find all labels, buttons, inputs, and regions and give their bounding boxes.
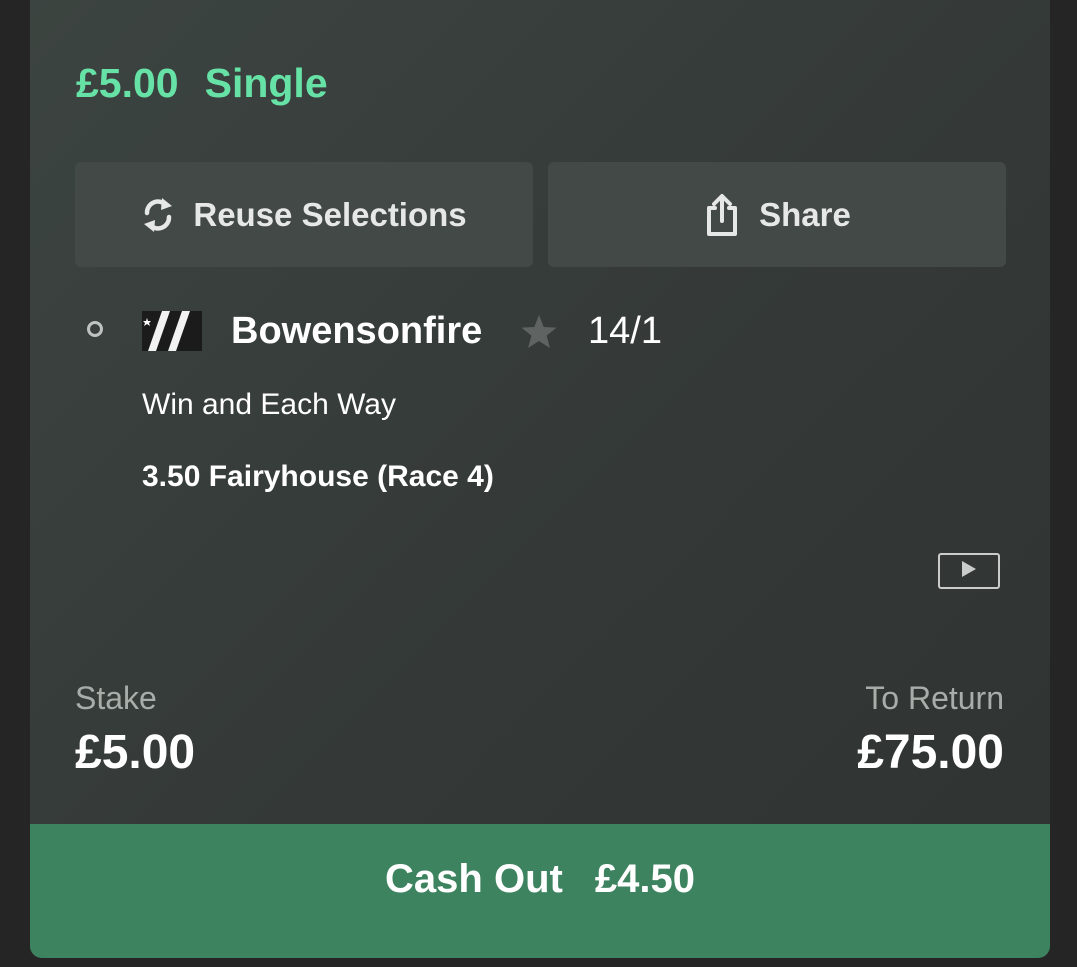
reuse-selections-button[interactable]: Reuse Selections (75, 162, 533, 267)
to-return-label: To Return (865, 680, 1004, 716)
radio-circle-icon (87, 321, 103, 337)
stake-label: Stake (75, 680, 157, 716)
cash-out-button[interactable]: Cash Out £4.50 (30, 824, 1050, 958)
refresh-icon (141, 196, 175, 234)
bet-type: Single (204, 60, 328, 106)
star-icon[interactable] (520, 313, 558, 351)
to-return-value: £75.00 (857, 726, 1004, 779)
runner-name: Bowensonfire (231, 310, 483, 352)
share-button[interactable]: Share (548, 162, 1006, 267)
cash-out-label: Cash Out (385, 856, 563, 901)
video-play-icon (960, 560, 978, 583)
share-label: Share (759, 195, 851, 233)
cash-out-amount: £4.50 (594, 856, 695, 901)
jockey-silks-icon (142, 311, 202, 351)
market-name: Win and Each Way (142, 388, 396, 421)
bet-card: £5.00 Single Reuse Selections Share Bowe… (30, 0, 1050, 958)
video-play-button[interactable] (938, 553, 1000, 589)
reuse-selections-label: Reuse Selections (193, 195, 467, 233)
bet-header: £5.00 Single (76, 60, 328, 107)
bet-stake-amount: £5.00 (76, 60, 179, 106)
event-name: 3.50 Fairyhouse (Race 4) (142, 460, 494, 493)
share-icon (703, 192, 741, 238)
stake-value: £5.00 (75, 726, 196, 779)
selection-odds: 14/1 (588, 310, 662, 352)
